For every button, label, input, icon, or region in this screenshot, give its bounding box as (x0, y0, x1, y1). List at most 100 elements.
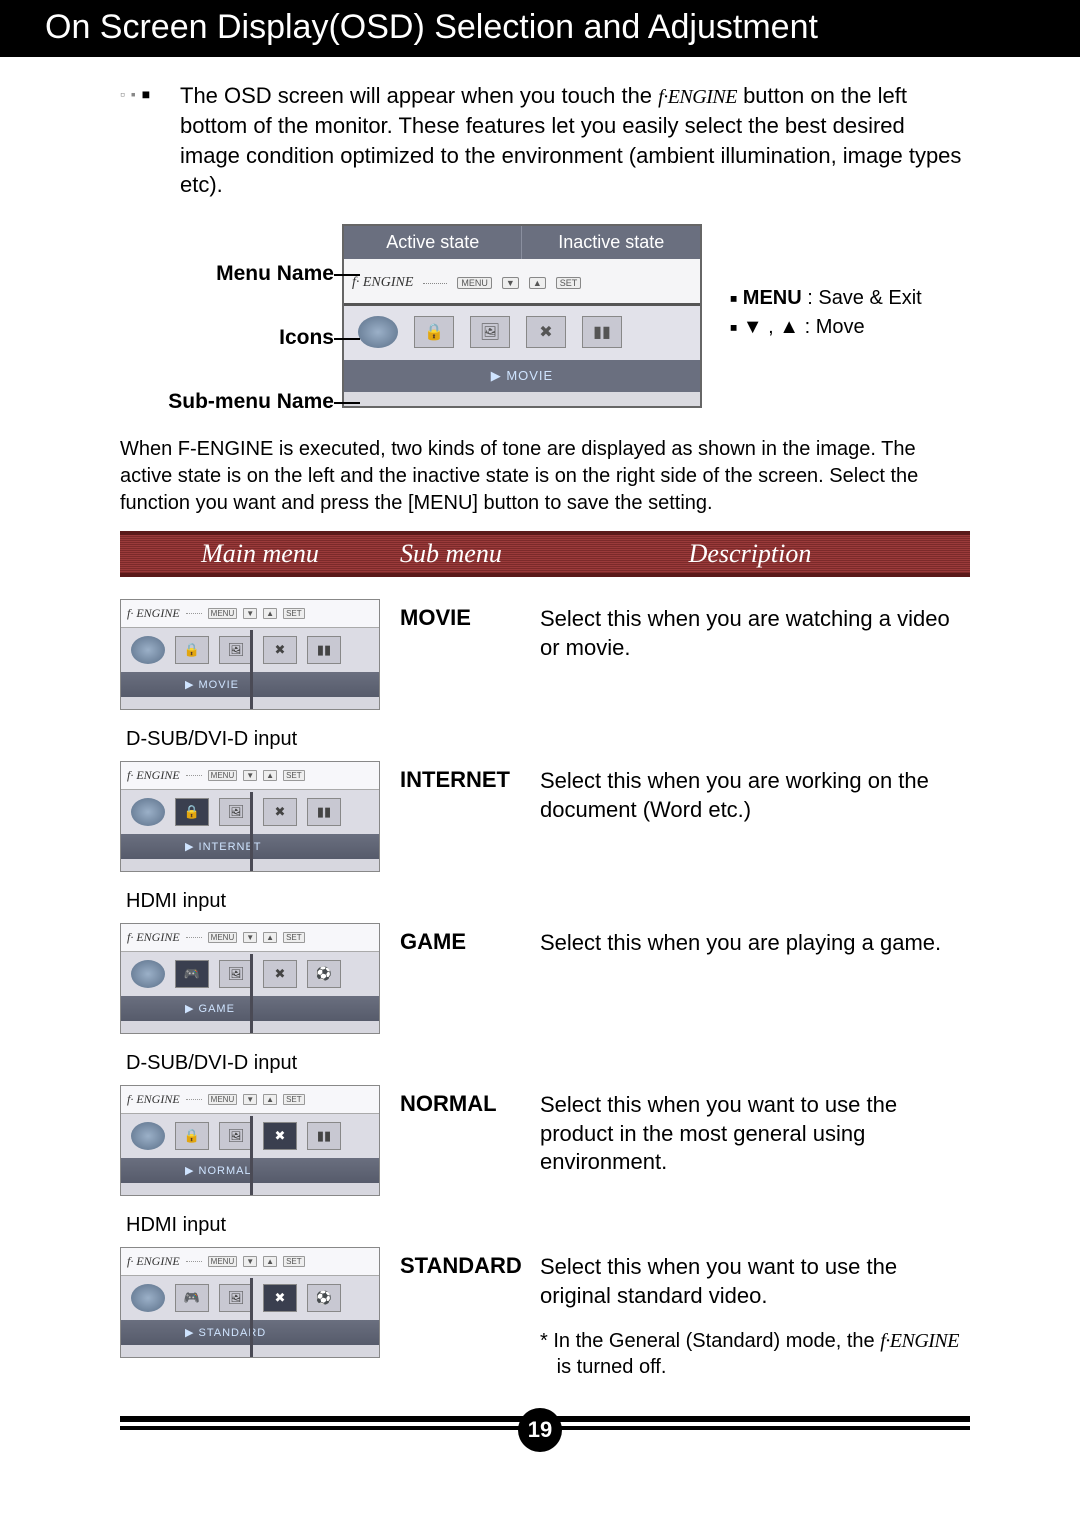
mini-btn: MENU (208, 1094, 238, 1105)
bars-icon: ▮▮ (307, 636, 341, 664)
sub-menu-cell: STANDARD (400, 1247, 540, 1279)
intro-bullet-icons: ▫ ▪ ■ (120, 85, 151, 104)
globe-icon (358, 316, 398, 348)
main-menu-cell: f· ENGINE MENU ▼ ▲ SET 🎮 🖼 ✖ ⚽ ▶ STANDAR… (120, 1247, 400, 1358)
desc-text: Select this when you want to use the ori… (540, 1254, 897, 1308)
mini-btn: ▲ (529, 277, 546, 289)
table-row: f· ENGINE MENU ▼ ▲ SET 🔒 🖼 ✖ ▮▮ ▶ NORMAL… (120, 1079, 970, 1206)
mini-btn: ▲ (263, 1256, 277, 1267)
mini-btn: MENU (457, 277, 492, 289)
submenu-text: ▶ INTERNET (121, 834, 379, 859)
description-cell: Select this when you are working on the … (540, 761, 970, 824)
description-cell: Select this when you are watching a vide… (540, 599, 970, 662)
square-bullet-icon: ■ (730, 292, 737, 306)
active-state-label: Active state (344, 226, 523, 259)
mini-btn: ▼ (243, 1094, 257, 1105)
engine-text: f· ENGINE (127, 1092, 180, 1107)
label-icons: Icons (279, 326, 334, 350)
game-icon: 🎮 (175, 960, 209, 988)
input-type-label: HDMI input (126, 1214, 970, 1237)
mid-paragraph: When F-ENGINE is executed, two kinds of … (120, 436, 970, 517)
input-type-label: D-SUB/DVI-D input (126, 1052, 970, 1075)
state-bar: Active state Inactive state (344, 226, 700, 259)
sub-menu-cell: INTERNET (400, 761, 540, 793)
table-row: f· ENGINE MENU ▼ ▲ SET 🎮 🖼 ✖ ⚽ ▶ STANDAR… (120, 1241, 970, 1390)
submenu-text: ▶ STANDARD (121, 1320, 379, 1345)
diagram-left-labels: Menu Name Icons Sub-menu Name (168, 218, 342, 414)
label-menu-name: Menu Name (216, 262, 334, 286)
mini-btn: MENU (208, 608, 238, 619)
submenu-text: ▶ MOVIE (121, 672, 379, 697)
lock-icon: 🔒 (175, 1122, 209, 1150)
page-content: ▫ ▪ ■ The OSD screen will appear when yo… (0, 81, 1080, 1390)
table-row: f· ENGINE MENU ▼ ▲ SET 🔒 🖼 ✖ ▮▮ ▶ MOVIE … (120, 577, 970, 720)
mini-btn: ▲ (263, 608, 277, 619)
footnote-post: is turned off. (551, 1356, 666, 1378)
sub-menu-cell: NORMAL (400, 1085, 540, 1117)
page-number: 19 (518, 1408, 562, 1452)
icons-row: 🔒 🖼 ✖ ▮▮ (344, 306, 700, 360)
mini-btn: SET (283, 1094, 305, 1105)
x-icon: ✖ (263, 960, 297, 988)
x-icon: ✖ (526, 316, 566, 348)
photo-icon: 🖼 (219, 798, 253, 826)
submenu-text: ▶ NORMAL (121, 1158, 379, 1183)
legend-menu-label: MENU (743, 287, 802, 309)
photo-icon: 🖼 (219, 636, 253, 664)
engine-text: f· ENGINE (127, 1254, 180, 1269)
lock-icon: 🔒 (414, 316, 454, 348)
globe-icon (131, 1122, 165, 1150)
engine-text: f· ENGINE (127, 930, 180, 945)
legend-menu-desc: : Save & Exit (807, 287, 922, 309)
sport-icon: ⚽ (307, 1284, 341, 1312)
mini-btn: SET (283, 608, 305, 619)
intro-text-1: The OSD screen will appear when you touc… (180, 83, 658, 108)
globe-icon (131, 1284, 165, 1312)
mini-btn: ▲ (263, 770, 277, 781)
mini-osd: f· ENGINE MENU ▼ ▲ SET 🎮 🖼 ✖ ⚽ ▶ GAME (120, 923, 380, 1034)
mini-btn: ▼ (243, 932, 257, 943)
lock-icon: 🔒 (175, 636, 209, 664)
game-icon: 🎮 (175, 1284, 209, 1312)
legend-move-line: ■ , : Move (730, 316, 922, 339)
sub-menu-cell: MOVIE (400, 599, 540, 631)
mini-btn: ▲ (263, 1094, 277, 1105)
x-icon: ✖ (263, 1122, 297, 1150)
mini-btn: ▼ (243, 608, 257, 619)
main-menu-cell: f· ENGINE MENU ▼ ▲ SET 🎮 🖼 ✖ ⚽ ▶ GAME (120, 923, 400, 1034)
mini-btn: SET (283, 770, 305, 781)
globe-icon (131, 636, 165, 664)
mini-btn: SET (556, 277, 582, 289)
input-type-label: D-SUB/DVI-D input (126, 728, 970, 751)
table-header: Main menu Sub menu Description (120, 531, 970, 577)
bars-icon: ▮▮ (307, 798, 341, 826)
mini-osd: f· ENGINE MENU ▼ ▲ SET 🔒 🖼 ✖ ▮▮ ▶ INTERN… (120, 761, 380, 872)
lock-icon: 🔒 (175, 798, 209, 826)
main-menu-cell: f· ENGINE MENU ▼ ▲ SET 🔒 🖼 ✖ ▮▮ ▶ NORMAL (120, 1085, 400, 1196)
legend-menu-line: ■ MENU : Save & Exit (730, 287, 922, 310)
engine-text: f· ENGINE (127, 768, 180, 783)
description-cell: Select this when you are playing a game. (540, 923, 970, 958)
globe-icon (131, 960, 165, 988)
mini-btn: ▲ (263, 932, 277, 943)
description-cell: Select this when you want to use the ori… (540, 1247, 970, 1380)
photo-icon: 🖼 (219, 960, 253, 988)
mini-osd: f· ENGINE MENU ▼ ▲ SET 🔒 🖼 ✖ ▮▮ ▶ NORMAL (120, 1085, 380, 1196)
mini-btn: MENU (208, 1256, 238, 1267)
engine-text: f· ENGINE (352, 275, 413, 291)
photo-icon: 🖼 (470, 316, 510, 348)
photo-icon: 🖼 (219, 1122, 253, 1150)
inactive-state-label: Inactive state (522, 226, 700, 259)
osd-box: Active state Inactive state f· ENGINE ME… (342, 224, 702, 408)
fengine-label: f·f·ENGINEENGINE (658, 86, 737, 108)
page-title: On Screen Display(OSD) Selection and Adj… (45, 8, 818, 46)
engine-text: f· ENGINE (127, 606, 180, 621)
menu-name-row: f· ENGINE MENU ▼ ▲ SET (344, 259, 700, 306)
label-submenu-name: Sub-menu Name (168, 390, 334, 414)
intro-paragraph: ▫ ▪ ■ The OSD screen will appear when yo… (120, 81, 970, 200)
mini-btn: SET (283, 932, 305, 943)
sub-menu-cell: GAME (400, 923, 540, 955)
osd-diagram: Menu Name Icons Sub-menu Name Active sta… (120, 218, 970, 414)
col-sub-menu: Sub menu (400, 535, 530, 573)
square-bullet-icon: ■ (730, 321, 737, 335)
